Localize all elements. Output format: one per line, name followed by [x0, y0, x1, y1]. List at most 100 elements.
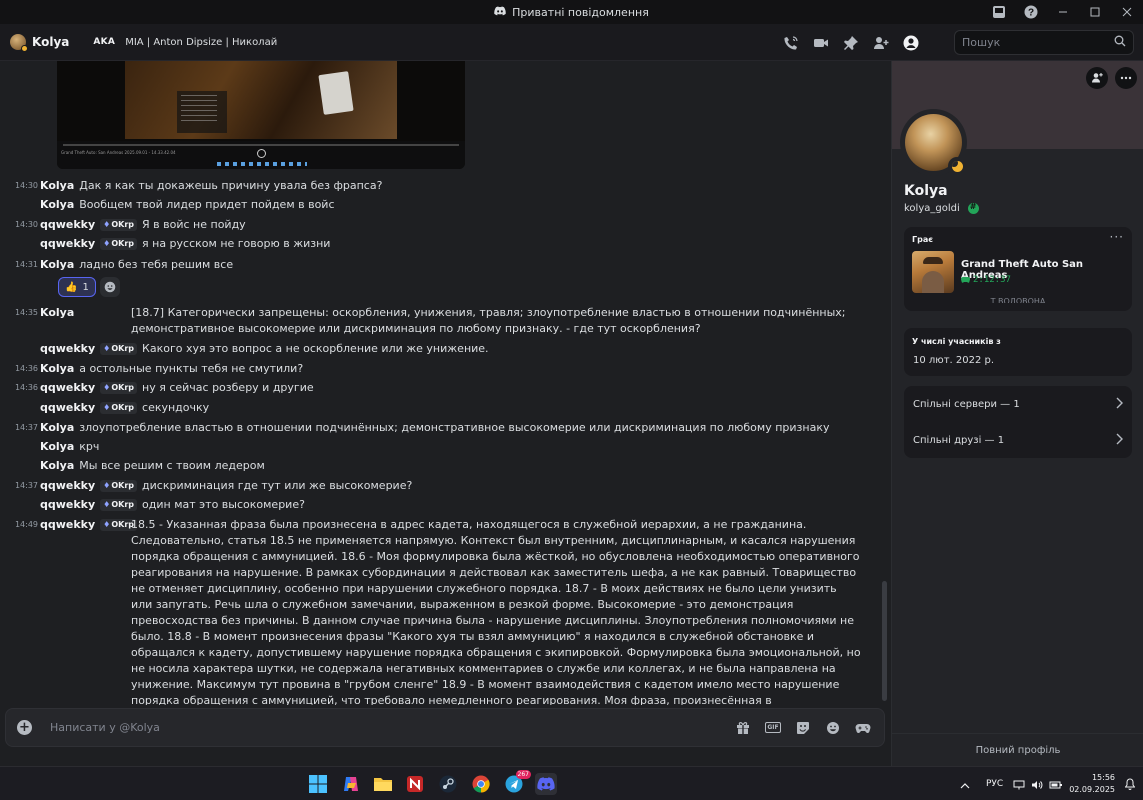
- message-text: ладно без тебя решим все: [79, 258, 234, 271]
- idle-status-icon: [948, 157, 966, 175]
- aka-aliases: MIA | Anton Dipsize | Николай: [125, 36, 278, 48]
- message-author[interactable]: Kolya: [40, 258, 74, 271]
- reaction-thumbs-up[interactable]: 👍 1: [58, 277, 96, 297]
- video-call-icon[interactable]: [811, 33, 831, 53]
- message-author[interactable]: qqwekky: [40, 401, 95, 414]
- discord-app: Приватні повідомлення ? Kolya AKA MIA | …: [0, 0, 1143, 800]
- message-author[interactable]: qqwekky: [40, 218, 95, 231]
- message-author[interactable]: Kolya: [40, 440, 74, 453]
- clan-tag[interactable]: ♦OKrp: [100, 402, 138, 414]
- message-author[interactable]: qqwekky: [40, 518, 95, 531]
- message-author[interactable]: qqwekky: [40, 479, 95, 492]
- windows-start-icon[interactable]: [307, 773, 329, 795]
- member-since-card: У числі учасників з 10 лют. 2022 р.: [904, 328, 1132, 376]
- message-input[interactable]: Написати у @Kolya: [50, 721, 733, 734]
- pin-icon[interactable]: [841, 33, 861, 53]
- message-author[interactable]: Kolya: [40, 459, 74, 472]
- network-icon[interactable]: [1013, 775, 1025, 794]
- full-profile-button[interactable]: Повний профіль: [892, 733, 1143, 766]
- gift-icon[interactable]: [733, 718, 753, 738]
- video-embed[interactable]: Grand Theft Auto: San Andreas 2025.09.01…: [57, 61, 465, 169]
- avatar[interactable]: [10, 34, 28, 52]
- file-explorer-icon[interactable]: [372, 773, 394, 795]
- message-author[interactable]: qqwekky: [40, 498, 95, 511]
- clan-badge-icon: ♦: [103, 220, 111, 229]
- chevron-up-icon[interactable]: [960, 775, 970, 794]
- add-friends-to-dm-icon[interactable]: [871, 33, 891, 53]
- clan-tag[interactable]: ♦OKrp: [100, 219, 138, 231]
- clan-tag[interactable]: ♦OKrp: [100, 343, 138, 355]
- thumbs-up-icon: 👍: [65, 281, 78, 293]
- message-text: а остольные пункты тебя не смутили?: [79, 362, 304, 375]
- message-author[interactable]: qqwekky: [40, 342, 95, 355]
- copilot-icon[interactable]: [340, 773, 362, 795]
- message-author[interactable]: Kolya: [40, 198, 74, 211]
- antivirus-icon[interactable]: [404, 773, 426, 795]
- add-friend-button[interactable]: [1086, 67, 1108, 89]
- message-author[interactable]: Kolya: [40, 421, 74, 434]
- user-profile-toggle-icon[interactable]: [901, 33, 921, 53]
- steam-icon[interactable]: [437, 773, 459, 795]
- clan-badge-icon: ♦: [103, 481, 111, 490]
- message-text: ну я сейчас розберу и другие: [142, 381, 314, 394]
- reactions: 👍 1: [58, 277, 120, 297]
- mutual-friends-row[interactable]: Спільні друзі — 1: [913, 422, 1123, 458]
- chrome-icon[interactable]: [470, 773, 492, 795]
- message-composer[interactable]: + Написати у @Kolya GIF: [5, 708, 885, 747]
- add-reaction-button[interactable]: [99, 277, 120, 297]
- activity-more-icon[interactable]: ···: [1110, 230, 1124, 244]
- message-text: Я в войс не пойду: [142, 218, 246, 231]
- message-author[interactable]: Kolya: [40, 179, 74, 192]
- mutual-servers-row[interactable]: Спільні сервери — 1: [913, 386, 1123, 422]
- profile-avatar[interactable]: [900, 109, 967, 176]
- message-list[interactable]: Grand Theft Auto: San Andreas 2025.09.01…: [0, 61, 891, 705]
- input-language[interactable]: РУС: [986, 779, 1003, 789]
- voice-call-icon[interactable]: [781, 33, 801, 53]
- profile-display-name: Kolya: [904, 183, 948, 199]
- more-options-button[interactable]: [1115, 67, 1137, 89]
- telegram-icon[interactable]: 267: [503, 770, 531, 795]
- message-text: дискриминация где тут или же высокомерие…: [142, 479, 413, 492]
- sticker-icon[interactable]: [793, 718, 813, 738]
- mutual-friends-label: Спільні друзі — 1: [913, 434, 1005, 446]
- upload-button[interactable]: +: [17, 720, 32, 735]
- message-author[interactable]: Kolya: [40, 306, 74, 319]
- activities-icon[interactable]: [853, 718, 873, 738]
- message-author[interactable]: qqwekky: [40, 237, 95, 250]
- close-button[interactable]: [1111, 0, 1143, 24]
- volume-icon[interactable]: [1031, 775, 1043, 794]
- clan-tag[interactable]: ♦OKrp: [100, 480, 138, 492]
- clan-tag[interactable]: ♦OKrp: [100, 238, 138, 250]
- profile-username[interactable]: kolya_goldi: [904, 203, 960, 214]
- clan-tag[interactable]: ♦OKrp: [100, 382, 138, 394]
- discord-taskbar-icon[interactable]: [535, 773, 557, 795]
- scrollbar[interactable]: [882, 581, 887, 701]
- help-button[interactable]: ?: [1015, 0, 1047, 24]
- video-player-controls[interactable]: Grand Theft Auto: San Andreas 2025.09.01…: [57, 141, 465, 169]
- clan-badge-icon: ♦: [103, 403, 111, 412]
- message-author[interactable]: qqwekky: [40, 381, 95, 394]
- battery-icon[interactable]: [1049, 775, 1063, 794]
- search-input[interactable]: Пошук: [954, 30, 1134, 55]
- mutuals-card: Спільні сервери — 1 Спільні друзі — 1: [904, 386, 1132, 458]
- clock[interactable]: 15:56 02.09.2025: [1069, 772, 1115, 796]
- minimize-button[interactable]: [1047, 0, 1079, 24]
- maximize-button[interactable]: [1079, 0, 1111, 24]
- activity-label: Грає: [912, 235, 933, 244]
- message-text: Вообщем твой лидер придет пойдем в войс: [79, 198, 335, 211]
- clan-badge-icon: ♦: [103, 520, 111, 529]
- emoji-icon[interactable]: [823, 718, 843, 738]
- aka-label: AKA: [93, 37, 116, 47]
- play-icon[interactable]: [257, 149, 266, 158]
- message-author[interactable]: Kolya: [40, 362, 74, 375]
- dm-recipient-name[interactable]: Kolya: [32, 35, 69, 49]
- clan-tag[interactable]: ♦OKrp: [100, 499, 138, 511]
- telegram-unread-badge: 267: [515, 770, 531, 779]
- gif-icon[interactable]: GIF: [763, 718, 783, 738]
- chat-area: Grand Theft Auto: San Andreas 2025.09.01…: [0, 61, 891, 766]
- window-title: Приватні повідомлення: [512, 5, 649, 19]
- inbox-button[interactable]: [983, 0, 1015, 24]
- notifications-icon[interactable]: [1124, 775, 1136, 794]
- message-timestamp: 14:37: [14, 423, 38, 432]
- server-tag-icon[interactable]: [967, 202, 979, 214]
